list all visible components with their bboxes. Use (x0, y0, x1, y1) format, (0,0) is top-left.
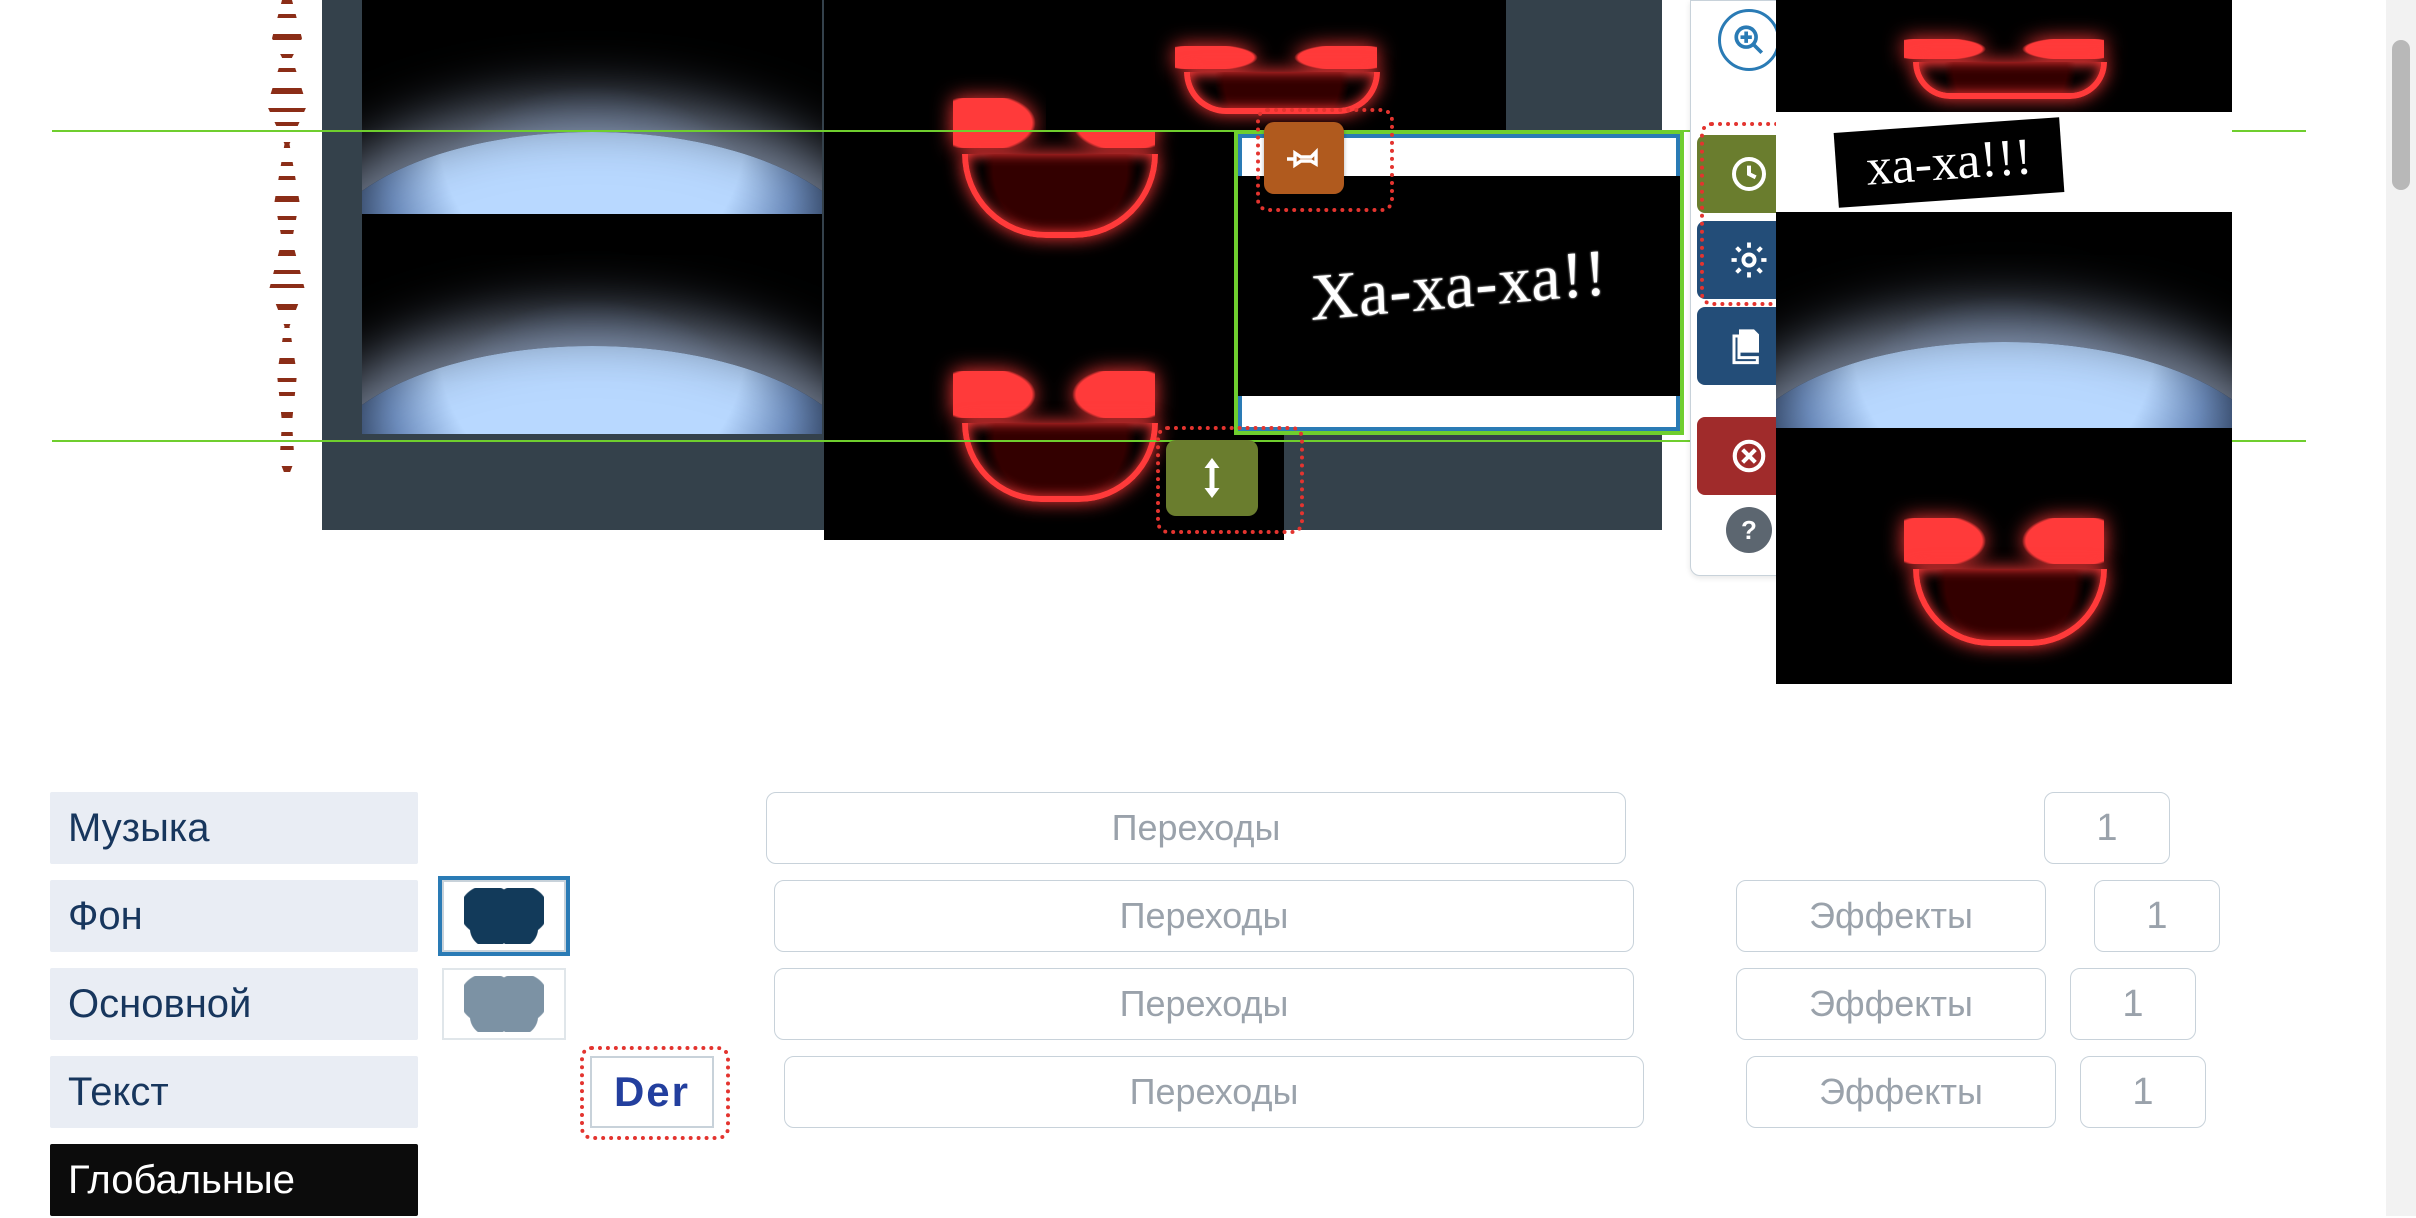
butterfly-icon (464, 976, 544, 1032)
pin-icon (1287, 141, 1321, 175)
track-label[interactable]: Основной (50, 968, 418, 1040)
effects-button[interactable]: Эффекты (1736, 968, 2046, 1040)
scrollbar-thumb[interactable] (2392, 40, 2410, 190)
clip-evil-3[interactable] (1046, 0, 1506, 130)
track-count[interactable]: 1 (2044, 792, 2170, 864)
track-thumb[interactable] (442, 968, 566, 1040)
audio-waveform-track[interactable] (82, 0, 322, 540)
track-label[interactable]: Музыка (50, 792, 418, 864)
track-row-main: Основной Переходы Эффекты 1 (50, 966, 2230, 1042)
zoom-in-icon (1732, 23, 1766, 57)
track-count[interactable]: 1 (2070, 968, 2196, 1040)
zoom-in-button[interactable] (1718, 9, 1780, 71)
track-row-text: Текст Der Переходы Эффекты 1 (50, 1054, 2230, 1130)
clip-earth-1[interactable] (362, 0, 822, 220)
transitions-button[interactable]: Переходы (774, 880, 1634, 952)
close-icon (1730, 437, 1768, 475)
track-thumb[interactable] (442, 880, 566, 952)
track-label[interactable]: Текст (50, 1056, 418, 1128)
clip-text: Ха-ха-ха!! (1309, 235, 1608, 337)
vertical-arrows-icon (1197, 457, 1227, 499)
right-clip-column: ха-ха!!! (1776, 0, 2232, 684)
clip-evil-r2[interactable] (1776, 428, 2232, 684)
waveform-icon (262, 0, 312, 480)
track-row-background: Фон Переходы Эффекты 1 (50, 878, 2230, 954)
clip-evil-r1[interactable] (1776, 0, 2232, 112)
clip-earth-r[interactable] (1776, 212, 2232, 428)
clip-earth-2[interactable] (362, 214, 822, 434)
effects-button[interactable]: Эффекты (1736, 880, 2046, 952)
clip-overflow-text: ха-ха!!! (1834, 117, 2065, 208)
gear-icon (1728, 239, 1770, 281)
pin-button[interactable] (1264, 122, 1344, 194)
transitions-button[interactable]: Переходы (774, 968, 1634, 1040)
page-scrollbar[interactable] (2386, 0, 2416, 1216)
track-count[interactable]: 1 (2080, 1056, 2206, 1128)
vertical-move-button[interactable] (1166, 440, 1258, 516)
butterfly-icon (464, 888, 544, 944)
track-count[interactable]: 1 (2094, 880, 2220, 952)
effects-button[interactable]: Эффекты (1746, 1056, 2056, 1128)
track-row-global: Глобальные (50, 1142, 2230, 1218)
clock-icon (1729, 154, 1769, 194)
track-thumb[interactable]: Der (590, 1056, 714, 1128)
copy-icon (1729, 326, 1769, 366)
help-icon: ? (1741, 515, 1757, 546)
tracks-panel: Музыка Переходы 1 Фон Переходы Эффекты 1… (50, 790, 2230, 1218)
track-label[interactable]: Глобальные (50, 1144, 418, 1216)
track-label[interactable]: Фон (50, 880, 418, 952)
text-preview: Der (614, 1068, 690, 1116)
transitions-button[interactable]: Переходы (784, 1056, 1644, 1128)
track-row-music: Музыка Переходы 1 (50, 790, 2230, 866)
transitions-button[interactable]: Переходы (766, 792, 1626, 864)
help-button[interactable]: ? (1726, 507, 1772, 553)
